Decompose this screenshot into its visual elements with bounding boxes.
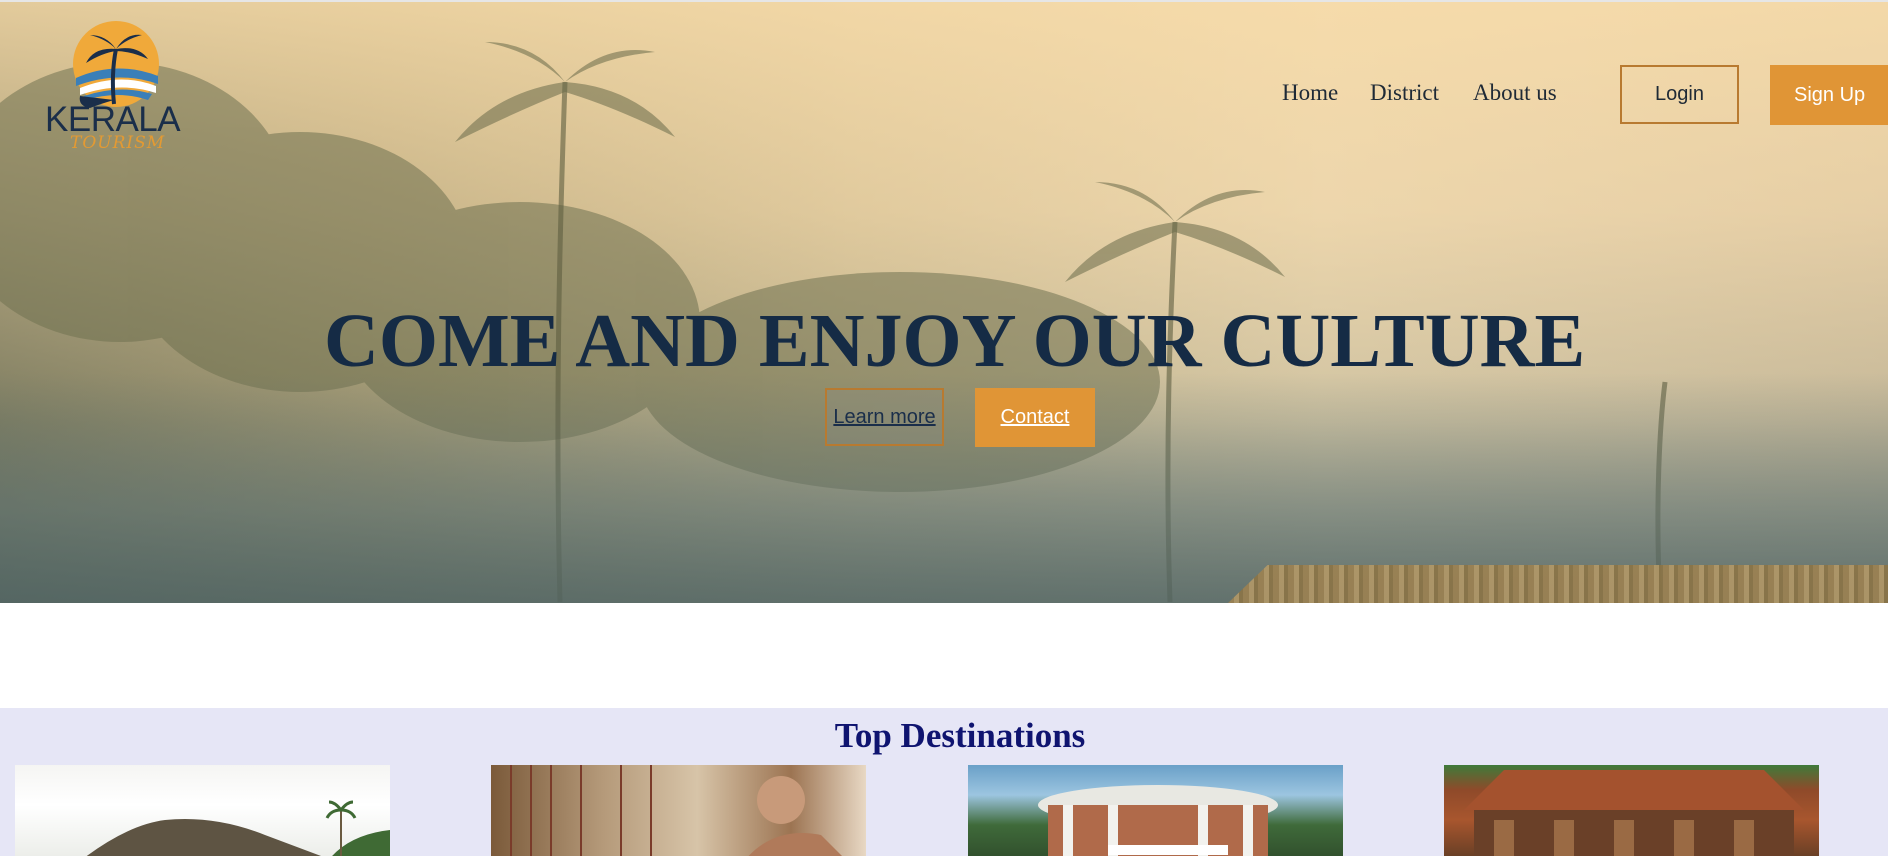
hero-field: [1228, 565, 1888, 603]
nav-home-link[interactable]: Home: [1282, 80, 1338, 106]
logo-tagline: TOURISM: [70, 133, 166, 153]
hill-landscape-image: [86, 800, 390, 856]
login-button[interactable]: Login: [1620, 65, 1739, 124]
signup-button[interactable]: Sign Up: [1770, 65, 1888, 125]
weaver-at-loom-image: [510, 765, 842, 856]
learn-more-button[interactable]: Learn more: [825, 388, 944, 446]
destination-card-weaver[interactable]: [491, 765, 866, 856]
contact-button[interactable]: Contact: [975, 388, 1095, 447]
nav-district-link[interactable]: District: [1370, 80, 1439, 106]
hero-section: KERALA TOURISM Home District About us Lo…: [0, 0, 1888, 603]
traditional-wooden-house-image: [1464, 770, 1804, 856]
destination-card-house[interactable]: [1444, 765, 1819, 856]
museum-building-image: [1038, 785, 1278, 856]
top-destinations-section: Top Destinations: [0, 708, 1888, 856]
destination-card-hill[interactable]: [15, 765, 390, 856]
destination-card-museum[interactable]: [968, 765, 1343, 856]
nav-about-link[interactable]: About us: [1473, 80, 1557, 106]
hero-headline: COME AND ENJOY OUR CULTURE: [324, 299, 1586, 383]
section-title: Top Destinations: [834, 716, 1086, 755]
